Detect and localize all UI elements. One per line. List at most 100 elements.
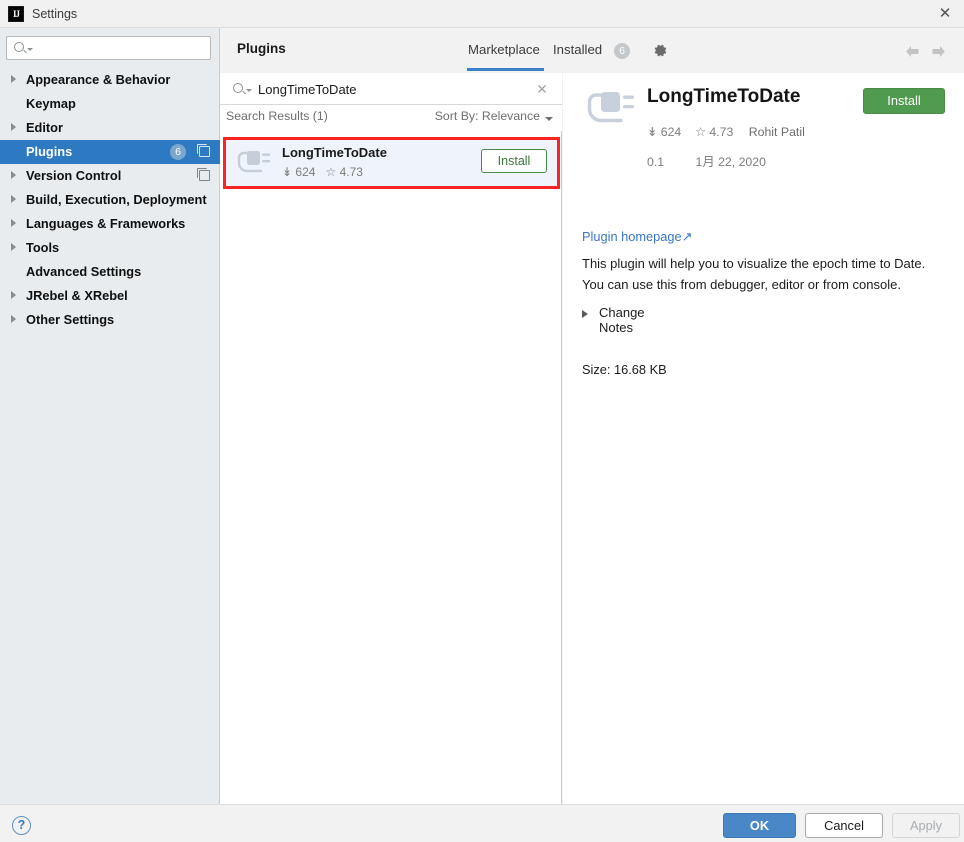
plugin-name: LongTimeToDate: [282, 145, 387, 160]
navigation-arrows: [904, 44, 952, 60]
sidebar-item-label: Advanced Settings: [26, 264, 142, 279]
sidebar-item-editor[interactable]: Editor: [0, 116, 220, 140]
settings-sync-icon[interactable]: [197, 144, 210, 157]
sidebar-item-label: Build, Execution, Deployment: [26, 192, 207, 207]
plugins-list-panel: Plugins ✕ Search Results (1) Sort By: Re…: [220, 28, 562, 804]
cancel-button[interactable]: Cancel: [805, 813, 883, 838]
download-count: 624: [295, 165, 316, 179]
gear-icon[interactable]: [653, 43, 668, 58]
sidebar-item-label: Languages & Frameworks: [26, 216, 186, 231]
star-icon: ☆: [694, 125, 706, 139]
sidebar-item-label: Plugins: [26, 144, 73, 159]
sidebar-item-languages-frameworks[interactable]: Languages & Frameworks: [0, 212, 220, 236]
sidebar-item-advanced-settings[interactable]: Advanced Settings: [0, 260, 220, 284]
sidebar-item-keymap[interactable]: Keymap: [0, 92, 220, 116]
plugin-size: Size: 16.68 KB: [582, 362, 667, 377]
settings-sidebar: Appearance & Behavior Keymap Editor Plugins…: [0, 28, 220, 804]
sidebar-search-input[interactable]: [35, 37, 205, 59]
highlight-annotation: LongTimeToDate ↡ 624 ☆ 4.73 Install: [223, 137, 560, 189]
chevron-right-icon: [582, 310, 588, 318]
sidebar-item-version-control[interactable]: Version Control: [0, 164, 220, 188]
sidebar-item-tools[interactable]: Tools: [0, 236, 220, 260]
plugin-homepage-link[interactable]: Plugin homepage↗: [582, 229, 692, 245]
search-icon: [233, 83, 243, 93]
chevron-right-icon[interactable]: [11, 195, 16, 203]
apply-button: Apply: [892, 813, 960, 838]
plugin-homepage-label: Plugin homepage: [582, 229, 682, 244]
settings-tree: Appearance & Behavior Keymap Editor Plugins…: [0, 68, 220, 332]
plugin-detail-panel: LongTimeToDate ↡ 624 ☆ 4.73 Rohit Patil …: [563, 28, 964, 804]
page-title: Plugins: [237, 41, 286, 56]
sidebar-item-build-execution-deployment[interactable]: Build, Execution, Deployment: [0, 188, 220, 212]
active-tab-indicator: [467, 68, 544, 71]
rating-value: 4.73: [709, 125, 734, 139]
plugin-search-box[interactable]: ✕: [220, 73, 562, 105]
sidebar-item-label: Tools: [26, 240, 60, 255]
plugin-version-row: 0.1 1月 22, 2020: [647, 152, 766, 170]
plugin-version: 0.1: [647, 155, 665, 169]
chevron-down-icon: [27, 48, 33, 51]
search-input[interactable]: [256, 77, 521, 101]
chevron-right-icon[interactable]: [11, 315, 16, 323]
plugin-title: LongTimeToDate: [647, 86, 801, 107]
sidebar-item-label: Keymap: [26, 96, 76, 111]
sidebar-item-plugins[interactable]: Plugins 6: [0, 140, 220, 164]
intellij-logo-text: IJ: [12, 8, 20, 19]
download-count: 624: [660, 125, 682, 139]
chevron-right-icon[interactable]: [11, 171, 16, 179]
chevron-right-icon[interactable]: [11, 75, 16, 83]
plugins-tab-bar: Marketplace Installed 6: [467, 28, 964, 73]
chevron-right-icon[interactable]: [11, 243, 16, 251]
tab-marketplace[interactable]: Marketplace: [468, 42, 540, 57]
help-button[interactable]: ?: [12, 816, 31, 835]
description-line-1: This plugin will help you to visualize t…: [582, 256, 926, 271]
list-item[interactable]: LongTimeToDate ↡ 624 ☆ 4.73 Install: [226, 140, 557, 186]
installed-count-badge: 6: [614, 43, 630, 59]
sidebar-item-other-settings[interactable]: Other Settings: [0, 308, 220, 332]
description-line-2: You can use this from debugger, editor o…: [582, 277, 901, 292]
sidebar-search-box[interactable]: [6, 36, 211, 60]
search-results-header: Search Results (1) Sort By: Relevance: [220, 105, 562, 131]
tab-installed[interactable]: Installed: [553, 42, 602, 57]
sidebar-item-label: Other Settings: [26, 312, 115, 327]
sidebar-search-wrapper: [6, 36, 211, 60]
plug-icon: [587, 92, 634, 123]
intellij-logo-icon: IJ: [8, 6, 24, 22]
sidebar-item-badge: 6: [170, 144, 186, 160]
title-bar: IJ Settings ✕: [0, 0, 964, 28]
external-link-icon: ↗: [681, 229, 693, 244]
plug-icon: [237, 151, 270, 173]
plugin-author: Rohit Patil: [748, 125, 805, 139]
sidebar-item-label: Version Control: [26, 168, 122, 183]
chevron-right-icon[interactable]: [11, 123, 16, 131]
arrow-left-icon[interactable]: [904, 44, 921, 59]
install-button[interactable]: Install: [863, 88, 945, 114]
plugin-meta-stats: ↡ 624 ☆ 4.73 Rohit Patil: [647, 125, 805, 139]
sidebar-item-jrebel-xrebel[interactable]: JRebel & XRebel: [0, 284, 220, 308]
plugin-description: This plugin will help you to visualize t…: [582, 253, 952, 295]
search-icon: [14, 42, 24, 52]
chevron-down-icon: [545, 117, 553, 121]
chevron-down-icon: [246, 89, 252, 92]
chevron-right-icon[interactable]: [11, 291, 16, 299]
download-icon: ↡: [282, 165, 293, 179]
clear-search-icon[interactable]: ✕: [534, 81, 550, 97]
ok-button[interactable]: OK: [723, 813, 796, 838]
sidebar-item-label: JRebel & XRebel: [26, 288, 128, 303]
settings-sync-icon[interactable]: [197, 168, 210, 181]
sidebar-item-label: Appearance & Behavior: [26, 72, 171, 87]
close-icon[interactable]: ✕: [936, 5, 954, 23]
change-notes-label: Change Notes: [599, 305, 645, 335]
sort-by-dropdown[interactable]: Sort By: Relevance: [435, 109, 540, 123]
arrow-right-icon[interactable]: [930, 44, 947, 59]
chevron-right-icon[interactable]: [11, 219, 16, 227]
plugin-release-date: 1月 22, 2020: [695, 155, 766, 169]
download-icon: ↡: [647, 125, 658, 139]
search-results-count: Search Results (1): [226, 109, 328, 123]
settings-dialog: IJ Settings ✕ Appearance & Behavior Keyma…: [0, 0, 964, 842]
window-title: Settings: [32, 7, 78, 21]
sidebar-item-label: Editor: [26, 120, 63, 135]
plugin-stats: ↡ 624 ☆ 4.73: [282, 165, 363, 179]
sidebar-item-appearance-behavior[interactable]: Appearance & Behavior: [0, 68, 220, 92]
install-button[interactable]: Install: [481, 149, 547, 173]
